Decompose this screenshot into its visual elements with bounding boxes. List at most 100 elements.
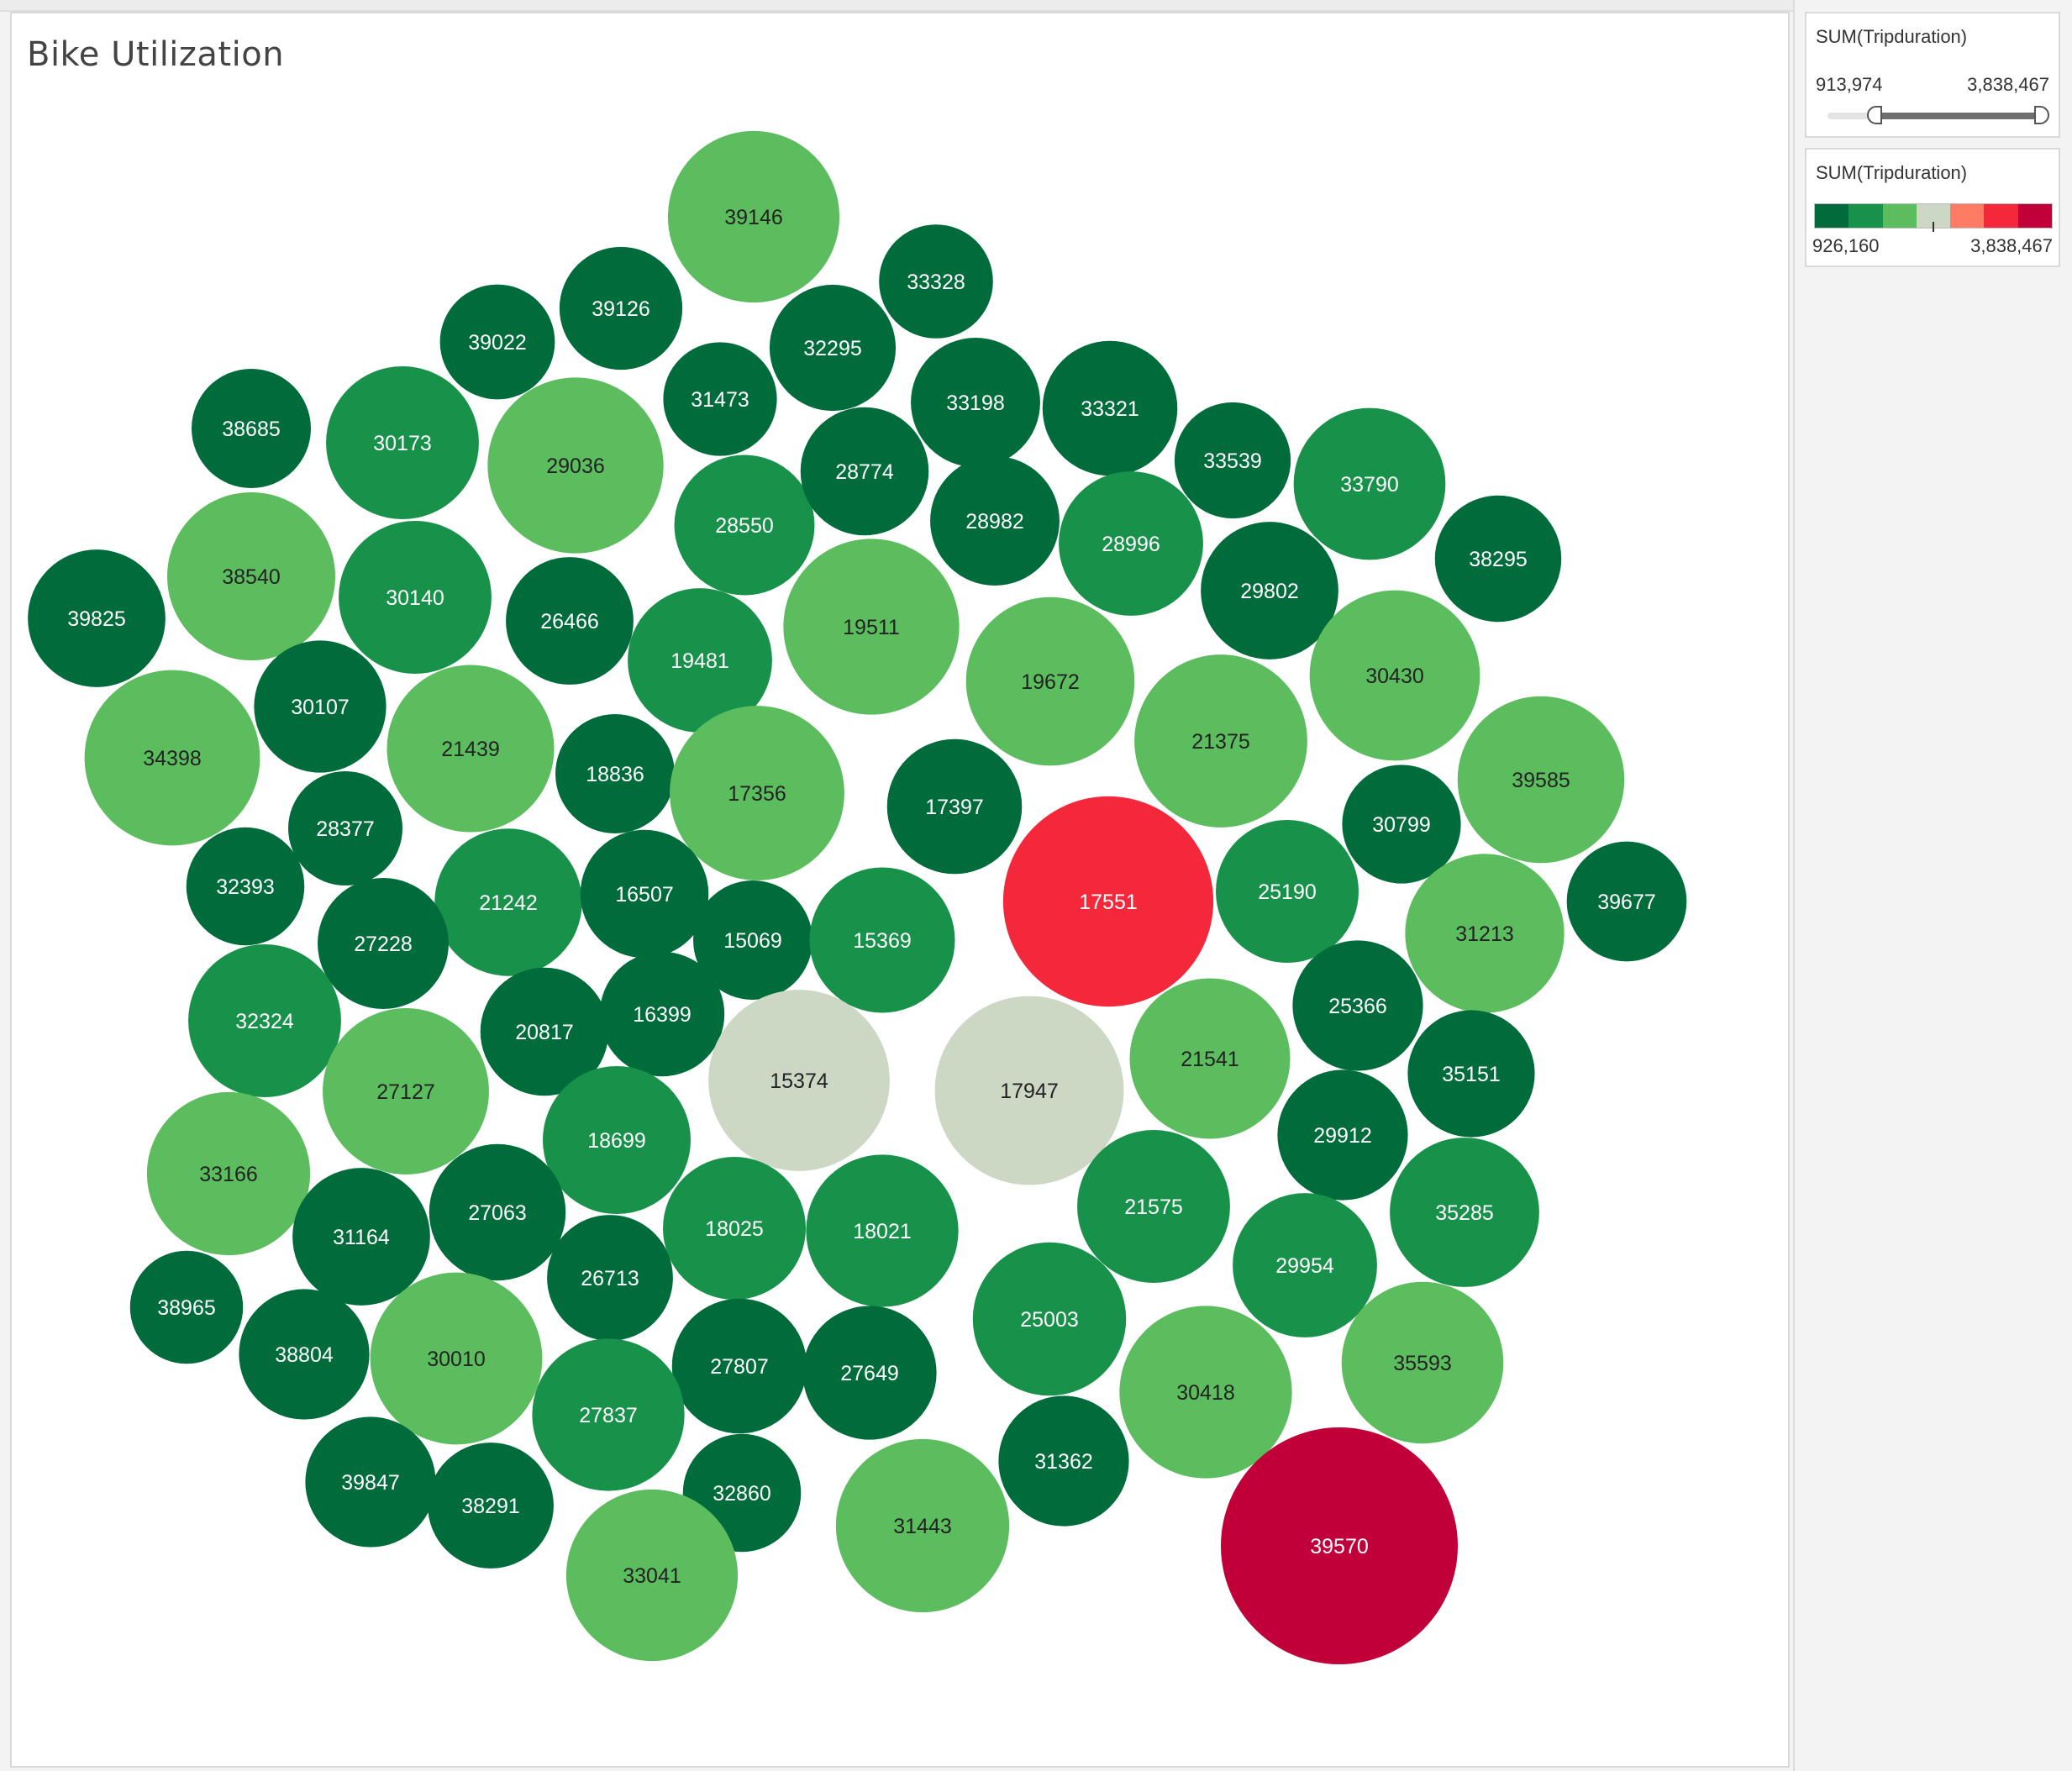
bubble-19672[interactable]: 19672 <box>965 596 1135 766</box>
bubble-27649[interactable]: 27649 <box>802 1306 937 1440</box>
bubble-28982[interactable]: 28982 <box>930 456 1060 586</box>
bubble-17551[interactable]: 17551 <box>1002 796 1214 1007</box>
bubble-15374[interactable]: 15374 <box>708 990 890 1171</box>
bubble-32324[interactable]: 32324 <box>188 944 341 1097</box>
bubble-label: 16507 <box>615 883 674 907</box>
bubble-17947[interactable]: 17947 <box>934 996 1124 1185</box>
size-range-min: 913,974 <box>1816 74 1883 95</box>
bubble-32393[interactable]: 32393 <box>186 827 305 946</box>
bubble-30010[interactable]: 30010 <box>370 1272 543 1445</box>
bubble-label: 30418 <box>1176 1381 1235 1405</box>
bubble-label: 30140 <box>386 586 444 610</box>
bubble-label: 28550 <box>715 514 774 538</box>
bubble-30430[interactable]: 30430 <box>1309 590 1480 761</box>
bubble-28377[interactable]: 28377 <box>288 771 402 886</box>
bubble-28550[interactable]: 28550 <box>674 455 815 596</box>
bubble-26466[interactable]: 26466 <box>506 557 634 685</box>
bubble-15369[interactable]: 15369 <box>809 867 955 1013</box>
bubble-label: 39847 <box>341 1471 400 1495</box>
bubble-17397[interactable]: 17397 <box>886 738 1023 875</box>
bubble-label: 18699 <box>587 1129 646 1153</box>
bubble-16399[interactable]: 16399 <box>599 951 725 1077</box>
size-range-min-handle[interactable] <box>1867 106 1882 124</box>
bubble-27127[interactable]: 27127 <box>323 1008 489 1175</box>
bubble-18836[interactable]: 18836 <box>555 714 675 833</box>
bubble-label: 33321 <box>1081 397 1139 421</box>
bubble-26713[interactable]: 26713 <box>547 1215 673 1341</box>
bubble-21242[interactable]: 21242 <box>434 828 582 976</box>
bubble-35285[interactable]: 35285 <box>1390 1138 1539 1287</box>
bubble-33539[interactable]: 33539 <box>1174 402 1291 519</box>
bubble-31213[interactable]: 31213 <box>1405 854 1565 1013</box>
bubble-18699[interactable]: 18699 <box>542 1065 692 1215</box>
bubble-39847[interactable]: 39847 <box>305 1416 436 1548</box>
bubble-38295[interactable]: 38295 <box>1434 495 1562 623</box>
bubble-29802[interactable]: 29802 <box>1201 522 1338 660</box>
bubble-31473[interactable]: 31473 <box>663 342 777 456</box>
bubble-label: 29036 <box>546 455 605 478</box>
bubble-label: 32860 <box>713 1482 771 1506</box>
bubble-31362[interactable]: 31362 <box>998 1395 1129 1527</box>
bubble-32295[interactable]: 32295 <box>769 284 897 412</box>
bubble-30140[interactable]: 30140 <box>339 521 492 674</box>
bubble-39146[interactable]: 39146 <box>667 130 840 303</box>
bubble-29036[interactable]: 29036 <box>487 377 664 554</box>
bubble-39825[interactable]: 39825 <box>28 549 166 687</box>
bubble-29954[interactable]: 29954 <box>1233 1193 1377 1337</box>
bubble-39677[interactable]: 39677 <box>1566 841 1687 962</box>
bubble-label: 15369 <box>853 929 912 953</box>
size-legend-title: SUM(Tripduration) <box>1816 26 1968 47</box>
bubble-30418[interactable]: 30418 <box>1119 1306 1292 1479</box>
size-range-max-handle[interactable] <box>2034 106 2049 124</box>
bubble-17356[interactable]: 17356 <box>670 706 844 880</box>
bubble-33041[interactable]: 33041 <box>565 1489 739 1662</box>
bubble-38965[interactable]: 38965 <box>129 1250 244 1364</box>
bubble-label: 30107 <box>291 696 350 719</box>
bubble-35151[interactable]: 35151 <box>1407 1010 1535 1138</box>
bubble-38804[interactable]: 38804 <box>239 1289 370 1420</box>
bubble-34398[interactable]: 34398 <box>84 670 260 846</box>
bubble-38540[interactable]: 38540 <box>166 491 336 661</box>
bubble-27228[interactable]: 27228 <box>318 878 449 1009</box>
bubble-16507[interactable]: 16507 <box>580 829 709 959</box>
bubble-28774[interactable]: 28774 <box>800 407 929 536</box>
bubble-33790[interactable]: 33790 <box>1293 407 1446 560</box>
bubble-18025[interactable]: 18025 <box>663 1157 806 1300</box>
bubble-21439[interactable]: 21439 <box>387 665 555 833</box>
color-ramp-step-6 <box>1984 204 2018 228</box>
bubble-27837[interactable]: 27837 <box>532 1338 685 1491</box>
bubble-38685[interactable]: 38685 <box>192 369 311 488</box>
bubble-33328[interactable]: 33328 <box>879 224 993 339</box>
bubble-39126[interactable]: 39126 <box>559 246 683 370</box>
bubble-39585[interactable]: 39585 <box>1457 696 1625 864</box>
bubble-25190[interactable]: 25190 <box>1216 820 1359 963</box>
bubble-30107[interactable]: 30107 <box>254 640 387 773</box>
bubble-label: 35593 <box>1393 1352 1452 1375</box>
bubble-19511[interactable]: 19511 <box>783 539 960 715</box>
bubble-27063[interactable]: 27063 <box>429 1143 566 1281</box>
bubble-31443[interactable]: 31443 <box>835 1438 1010 1613</box>
bubble-29912[interactable]: 29912 <box>1277 1069 1408 1201</box>
color-ramp-step-5 <box>1950 204 1985 228</box>
bubble-18021[interactable]: 18021 <box>806 1154 959 1307</box>
bubble-28996[interactable]: 28996 <box>1059 471 1203 616</box>
bubble-label: 30010 <box>427 1348 486 1371</box>
bubble-27807[interactable]: 27807 <box>671 1298 807 1434</box>
bubble-33321[interactable]: 33321 <box>1042 340 1178 476</box>
bubble-25366[interactable]: 25366 <box>1292 940 1423 1071</box>
bubble-39570[interactable]: 39570 <box>1221 1427 1458 1664</box>
bubble-35593[interactable]: 35593 <box>1341 1281 1504 1444</box>
bubble-21375[interactable]: 21375 <box>1134 654 1307 828</box>
bubble-39022[interactable]: 39022 <box>439 284 555 400</box>
bubble-25003[interactable]: 25003 <box>972 1242 1127 1396</box>
bubble-21541[interactable]: 21541 <box>1129 978 1291 1139</box>
bubble-38291[interactable]: 38291 <box>428 1443 554 1569</box>
bubble-label: 30173 <box>373 432 432 455</box>
bubble-33166[interactable]: 33166 <box>146 1091 311 1256</box>
bubble-label: 27063 <box>468 1201 527 1225</box>
bubble-21575[interactable]: 21575 <box>1077 1130 1230 1283</box>
bubble-31164[interactable]: 31164 <box>292 1168 430 1306</box>
bubble-30173[interactable]: 30173 <box>326 366 479 519</box>
bubble-33198[interactable]: 33198 <box>911 338 1040 467</box>
bubble-label: 21439 <box>441 738 500 761</box>
